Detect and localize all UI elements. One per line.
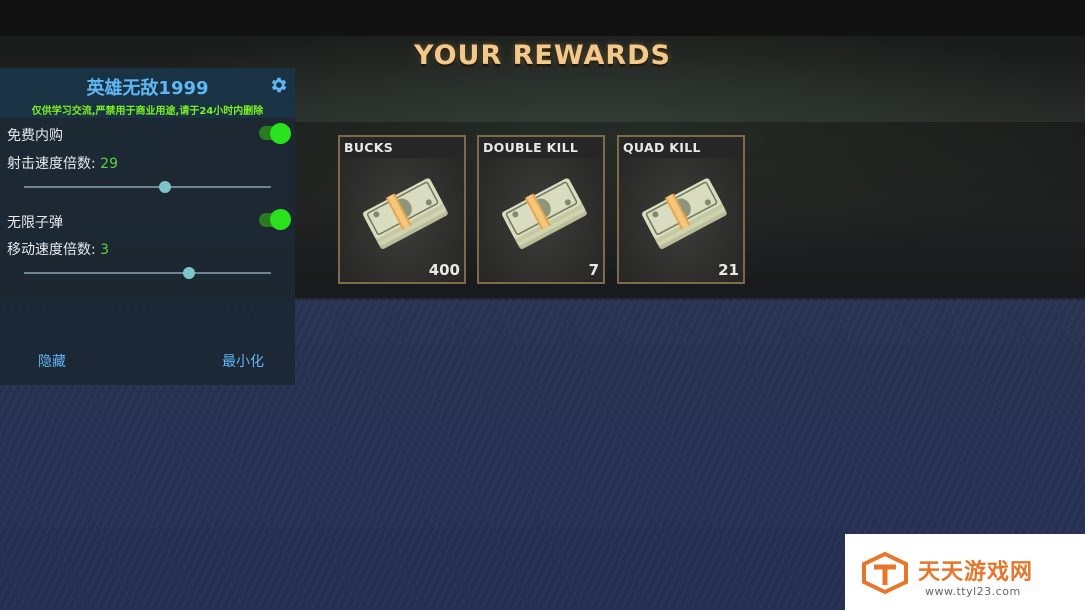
site-logo-icon <box>862 552 908 594</box>
screen-title: YOUR REWARDS <box>413 40 671 71</box>
cash-stack-icon <box>502 178 587 249</box>
reward-card-bucks[interactable]: BUCKS 400 <box>338 135 466 284</box>
gear-icon[interactable] <box>269 75 289 95</box>
top-bar <box>0 0 1085 36</box>
fire-rate-value: 29 <box>100 156 118 172</box>
cash-stack-icon <box>642 178 727 249</box>
move-speed-slider[interactable] <box>24 272 271 274</box>
infinite-ammo-label: 无限子弹 <box>7 215 63 231</box>
reward-name: DOUBLE KILL <box>479 137 603 158</box>
fire-rate-slider[interactable] <box>24 186 271 188</box>
move-speed-label: 移动速度倍数: 3 <box>7 239 109 259</box>
minimize-button[interactable]: 最小化 <box>222 351 264 371</box>
move-speed-slider-thumb[interactable] <box>183 267 196 279</box>
reward-name: QUAD KILL <box>619 137 743 158</box>
infinite-ammo-toggle-knob[interactable] <box>270 209 291 230</box>
reward-card-quad-kill[interactable]: QUAD KILL 21 <box>617 135 745 284</box>
hide-button[interactable]: 隐藏 <box>38 351 66 371</box>
reward-count: 21 <box>718 261 739 279</box>
reward-card-double-kill[interactable]: DOUBLE KILL 7 <box>477 135 605 284</box>
site-watermark: 天天游戏网 www.ttyl23.com <box>845 534 1085 610</box>
mod-menu-panel: 英雄无敌1999 仅供学习交流,严禁用于商业用途,请于24小时内删除 免费内购 … <box>0 68 295 385</box>
reward-name: BUCKS <box>340 137 464 158</box>
free-purchase-toggle-knob[interactable] <box>270 123 291 144</box>
watermark-url: www.ttyl23.com <box>925 585 1021 598</box>
fire-rate-label: 射击速度倍数: 29 <box>7 153 118 173</box>
fire-rate-label-text: 射击速度倍数: <box>7 156 101 172</box>
fire-rate-slider-thumb[interactable] <box>158 181 171 193</box>
reward-count: 7 <box>588 261 599 279</box>
watermark-text: 天天游戏网 <box>918 560 1034 585</box>
cash-stack-icon <box>363 178 448 249</box>
mod-menu-title: 英雄无敌1999 <box>86 78 209 99</box>
move-speed-label-text: 移动速度倍数: <box>7 242 101 258</box>
mod-menu-disclaimer: 仅供学习交流,严禁用于商业用途,请于24小时内删除 <box>31 106 264 117</box>
free-purchase-label: 免费内购 <box>7 128 63 144</box>
move-speed-value: 3 <box>100 242 110 258</box>
reward-count: 400 <box>428 261 460 279</box>
